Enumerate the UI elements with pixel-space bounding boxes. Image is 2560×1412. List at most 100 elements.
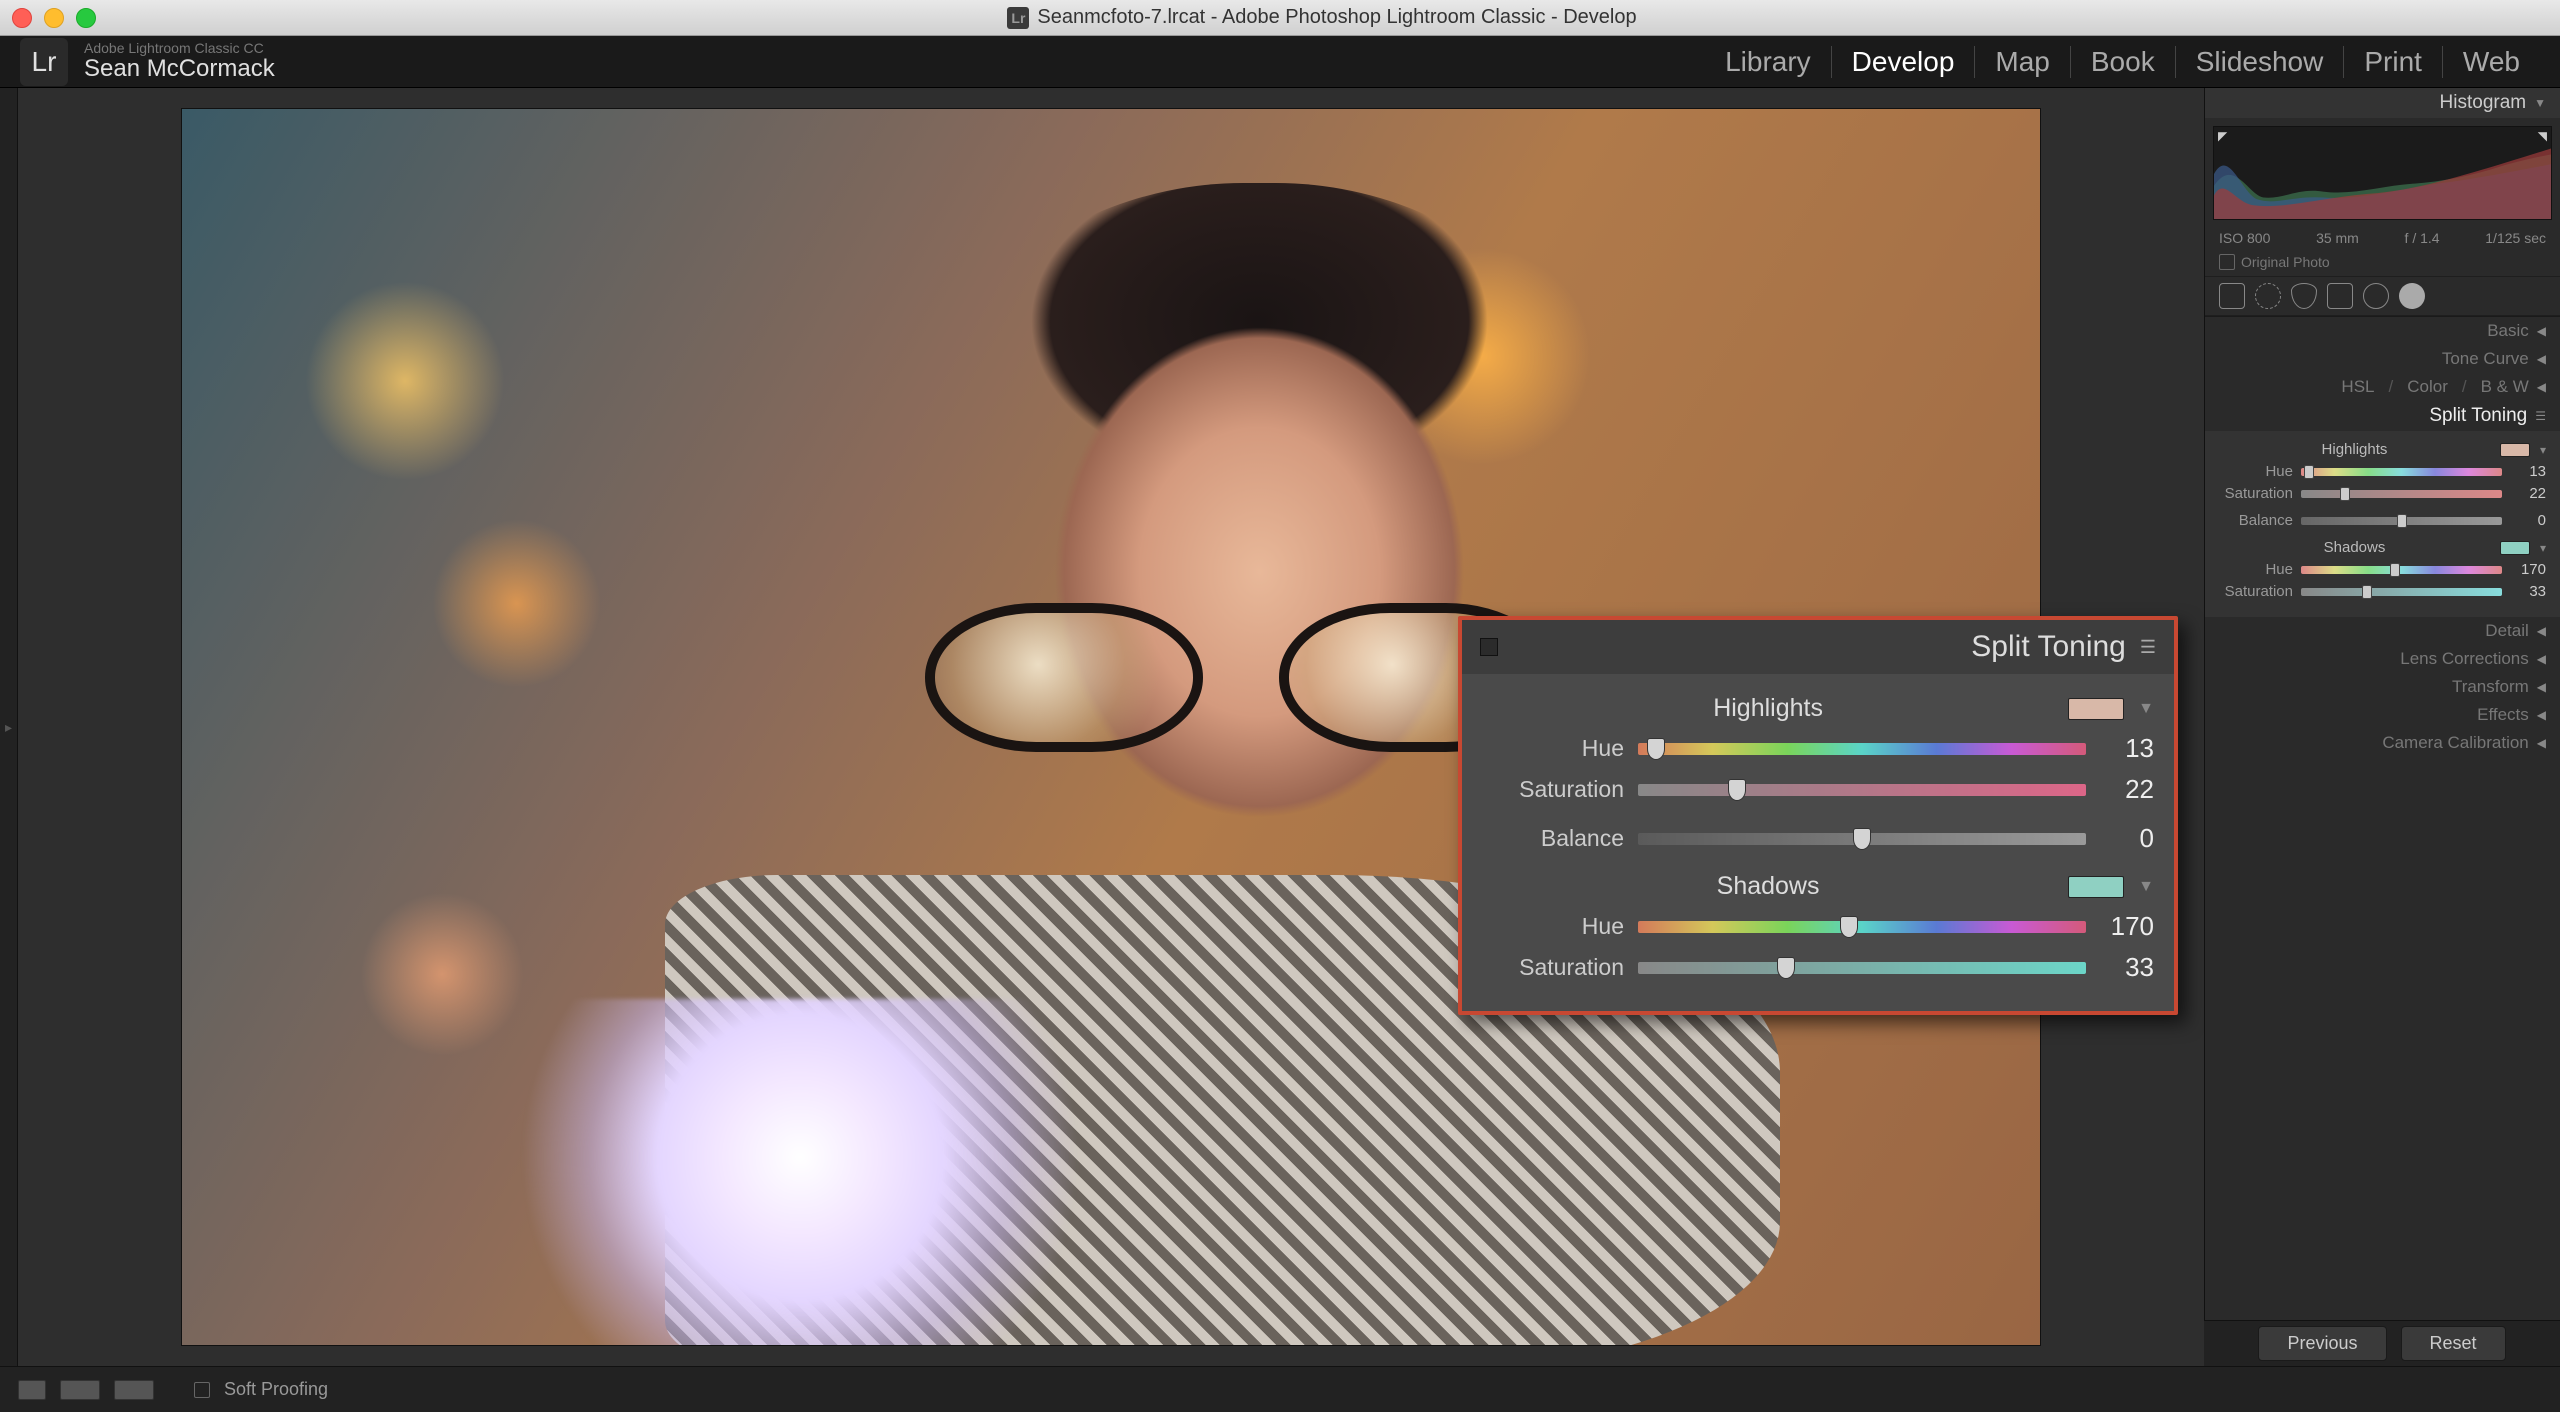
highlights-color-swatch[interactable] [2068,698,2124,720]
spot-tool-icon[interactable] [2255,283,2281,309]
shadows-swatch-caret-icon[interactable]: ▼ [2138,878,2154,896]
shadows-sat-value[interactable]: 33 [2100,952,2154,983]
tone-curve-panel-header[interactable]: Tone Curve◀ [2205,345,2560,373]
shadows-hue-slider[interactable] [1638,921,2086,933]
original-photo-toggle[interactable]: Original Photo [2205,252,2560,276]
histogram-header[interactable]: Histogram▼ [2205,88,2560,118]
crop-tool-icon[interactable] [2219,283,2245,309]
shadows-hue-value[interactable]: 170 [2100,911,2154,942]
hsl-panel-header[interactable]: HSL/Color/B & W◀ [2205,373,2560,401]
module-map[interactable]: Map [1975,46,2070,78]
app-name-label: Adobe Lightroom Classic CC [84,41,275,56]
mini-s-sat-value[interactable]: 33 [2510,583,2546,600]
shadows-color-swatch[interactable] [2068,876,2124,898]
balance-value[interactable]: 0 [2100,823,2154,854]
shadow-clip-icon[interactable]: ◤ [2218,129,2227,143]
effects-panel-header[interactable]: Effects◀ [2205,701,2560,729]
shadows-sat-slider[interactable] [1638,962,2086,974]
chevron-down-icon[interactable]: ▾ [2540,443,2546,457]
window-title: Seanmcfoto-7.lrcat - Adobe Photoshop Lig… [1037,6,1636,29]
split-toning-title: Split Toning [1498,630,2126,664]
mini-s-hue-label: Hue [2219,561,2293,578]
shutter-label: 1/125 sec [2485,230,2546,246]
lr-logo-icon: Lr [20,38,68,86]
mini-h-sat-value[interactable]: 22 [2510,485,2546,502]
highlights-hue-label: Hue [1482,735,1624,762]
loupe-view-icon[interactable] [18,1380,46,1400]
soft-proof-checkbox[interactable] [194,1382,210,1398]
user-name-label: Sean McCormack [84,56,275,82]
histogram-plot [2214,127,2551,219]
highlights-sat-slider[interactable] [1638,784,2086,796]
highlights-hue-value[interactable]: 13 [2100,733,2154,764]
highlights-sat-value[interactable]: 22 [2100,774,2154,805]
mini-h-hue-label: Hue [2219,463,2293,480]
split-toning-panel-header[interactable]: Split Toning☰ [2205,401,2560,431]
mini-s-sat-label: Saturation [2219,583,2293,600]
gradient-tool-icon[interactable] [2327,283,2353,309]
before-after-icon[interactable] [60,1380,100,1400]
module-web[interactable]: Web [2443,46,2540,78]
chevron-down-icon[interactable]: ▾ [2540,541,2546,555]
mini-s-hue-value[interactable]: 170 [2510,561,2546,578]
mini-s-hue-slider[interactable] [2301,566,2502,574]
mini-balance-label: Balance [2219,512,2293,529]
module-book[interactable]: Book [2071,46,2176,78]
lens-panel-header[interactable]: Lens Corrections◀ [2205,645,2560,673]
balance-slider[interactable] [1638,833,2086,845]
compare-view-icon[interactable] [114,1380,154,1400]
radial-tool-icon[interactable] [2363,283,2389,309]
highlights-hue-slider[interactable] [1638,743,2086,755]
calibration-panel-header[interactable]: Camera Calibration◀ [2205,729,2560,757]
mini-balance-slider[interactable] [2301,517,2502,525]
mini-shadows-heading: Shadows [2219,539,2490,556]
mini-balance-value[interactable]: 0 [2510,512,2546,529]
soft-proofing-label[interactable]: Soft Proofing [224,1379,328,1400]
checkbox-icon[interactable] [2219,254,2235,270]
basic-panel-header[interactable]: Basic◀ [2205,317,2560,345]
tool-strip [2205,276,2560,316]
mini-highlights-swatch[interactable] [2500,443,2530,457]
mini-h-hue-slider[interactable] [2301,468,2502,476]
collapse-icon[interactable]: ▼ [2534,96,2546,110]
mini-shadows-swatch[interactable] [2500,541,2530,555]
window-minimize-icon[interactable] [44,8,64,28]
mini-s-sat-slider[interactable] [2301,588,2502,596]
toolbar-bottom: Soft Proofing [0,1366,2560,1412]
mini-h-sat-label: Saturation [2219,485,2293,502]
macos-titlebar: Lr Seanmcfoto-7.lrcat - Adobe Photoshop … [0,0,2560,36]
module-picker: Library Develop Map Book Slideshow Print… [1705,46,2540,78]
detail-panel-header[interactable]: Detail◀ [2205,617,2560,645]
focal-label: 35 mm [2316,230,2359,246]
mini-highlights-heading: Highlights [2219,441,2490,458]
window-close-icon[interactable] [12,8,32,28]
brush-tool-icon[interactable] [2399,283,2425,309]
shadows-sat-label: Saturation [1482,954,1624,981]
mini-h-sat-slider[interactable] [2301,490,2502,498]
exposure-info: ISO 800 35 mm f / 1.4 1/125 sec [2205,228,2560,252]
highlight-clip-icon[interactable]: ◥ [2538,129,2547,143]
image-canvas[interactable]: Split Toning ☰ Highlights ▼ Hue 13 Satur… [18,88,2204,1366]
split-toning-panel-body: Highlights ▾ Hue 13 Saturation 22 Balanc… [2205,431,2560,617]
highlights-swatch-caret-icon[interactable]: ▼ [2138,700,2154,718]
panel-menu-icon[interactable]: ☰ [2140,637,2156,658]
redeye-tool-icon[interactable] [2291,283,2317,309]
identity-plate[interactable]: Lr Adobe Lightroom Classic CC Sean McCor… [20,38,275,86]
highlights-heading: Highlights [1482,694,2054,723]
window-zoom-icon[interactable] [76,8,96,28]
right-panels: Histogram▼ ◤ ◥ ISO 800 35 mm f / 1.4 1/1… [2204,88,2560,1320]
module-library[interactable]: Library [1705,46,1832,78]
previous-button[interactable]: Previous [2258,1326,2386,1361]
panel-toggle-icon[interactable] [1480,638,1498,656]
histogram[interactable]: ◤ ◥ [2213,126,2552,220]
left-panel-expand-icon[interactable]: ▸ [0,88,18,1366]
mini-h-hue-value[interactable]: 13 [2510,463,2546,480]
module-print[interactable]: Print [2344,46,2443,78]
split-toning-panel-zoom: Split Toning ☰ Highlights ▼ Hue 13 Satur… [1458,616,2178,1015]
module-develop[interactable]: Develop [1832,46,1976,78]
module-slideshow[interactable]: Slideshow [2176,46,2345,78]
transform-panel-header[interactable]: Transform◀ [2205,673,2560,701]
iso-label: ISO 800 [2219,230,2270,246]
right-bottom-buttons: Previous Reset [2204,1320,2560,1366]
reset-button[interactable]: Reset [2401,1326,2506,1361]
